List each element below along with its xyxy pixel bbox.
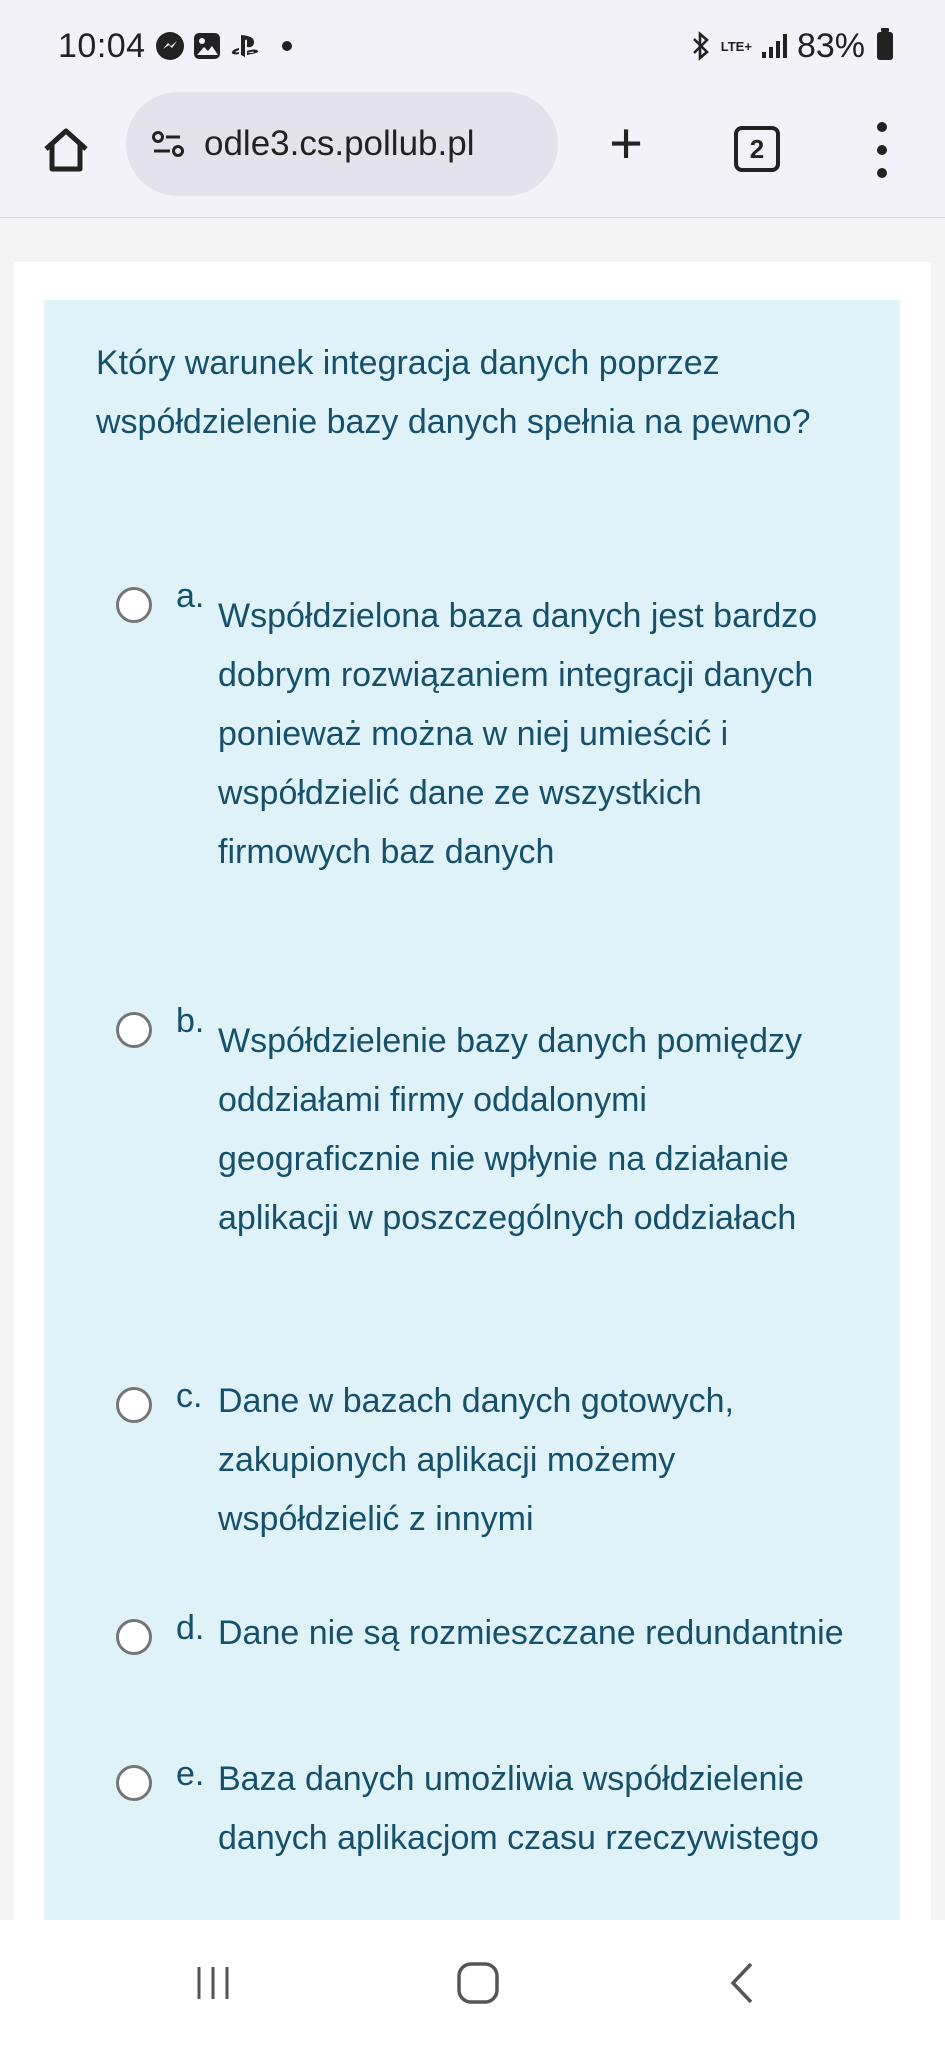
url-text[interactable]: odle3.cs.pollub.pl (204, 124, 474, 164)
home-nav-icon[interactable] (443, 1948, 513, 2018)
radio-button[interactable] (116, 1765, 152, 1801)
battery-percent: 83% (796, 26, 865, 65)
option-letter: a. (176, 577, 205, 615)
url-bar[interactable]: odle3.cs.pollub.pl (126, 92, 558, 196)
lte-icon: LTE+ (721, 40, 752, 53)
question-box: Który warunek integracja danych poprzez … (44, 300, 900, 1920)
option-letter: b. (176, 1002, 205, 1040)
recent-apps-icon[interactable] (178, 1948, 248, 2018)
status-bar: 10:04 LTE+ 83% (0, 0, 945, 92)
option-text[interactable]: Współdzielenie bazy danych pomiędzy oddz… (218, 1012, 858, 1248)
browser-toolbar: odle3.cs.pollub.pl + 2 (0, 92, 945, 218)
notification-dot-icon (281, 41, 292, 51)
option-text[interactable]: Dane w bazach danych gotowych, zakupiony… (218, 1372, 858, 1549)
radio-button[interactable] (116, 1387, 152, 1423)
option-text[interactable]: Współdzielona baza danych jest bardzo do… (218, 587, 858, 882)
home-icon[interactable] (36, 120, 96, 180)
status-time: 10:04 (58, 26, 146, 65)
status-right: LTE+ 83% (691, 27, 893, 66)
option-letter: c. (176, 1377, 203, 1415)
battery-icon (877, 28, 893, 60)
option-letter: d. (176, 1609, 205, 1647)
tab-count: 2 (749, 133, 765, 164)
new-tab-icon[interactable]: + (598, 115, 654, 174)
status-left: 10:04 (58, 27, 292, 66)
question-text: Który warunek integracja danych poprzez … (96, 344, 811, 441)
page-content: Który warunek integracja danych poprzez … (0, 218, 945, 1920)
site-settings-icon[interactable] (150, 129, 190, 159)
messenger-icon (155, 32, 184, 60)
playstation-icon (230, 33, 260, 59)
tabs-icon[interactable]: 2 (734, 126, 780, 172)
option-text[interactable]: Baza danych umożliwia współdzielenie dan… (218, 1750, 858, 1868)
option-letter: e. (176, 1755, 205, 1793)
question-card: Który warunek integracja danych poprzez … (14, 262, 931, 1920)
signal-icon (761, 34, 787, 58)
navigation-bar (0, 1920, 945, 2048)
radio-button[interactable] (116, 587, 152, 623)
bluetooth-icon (691, 31, 711, 61)
gallery-icon (193, 33, 220, 59)
option-text[interactable]: Dane nie są rozmieszczane redundantnie (218, 1604, 858, 1663)
network-label: LTE+ (720, 38, 752, 54)
radio-button[interactable] (116, 1012, 152, 1048)
radio-button[interactable] (116, 1619, 152, 1655)
menu-icon[interactable] (872, 122, 892, 178)
back-icon[interactable] (708, 1948, 778, 2018)
